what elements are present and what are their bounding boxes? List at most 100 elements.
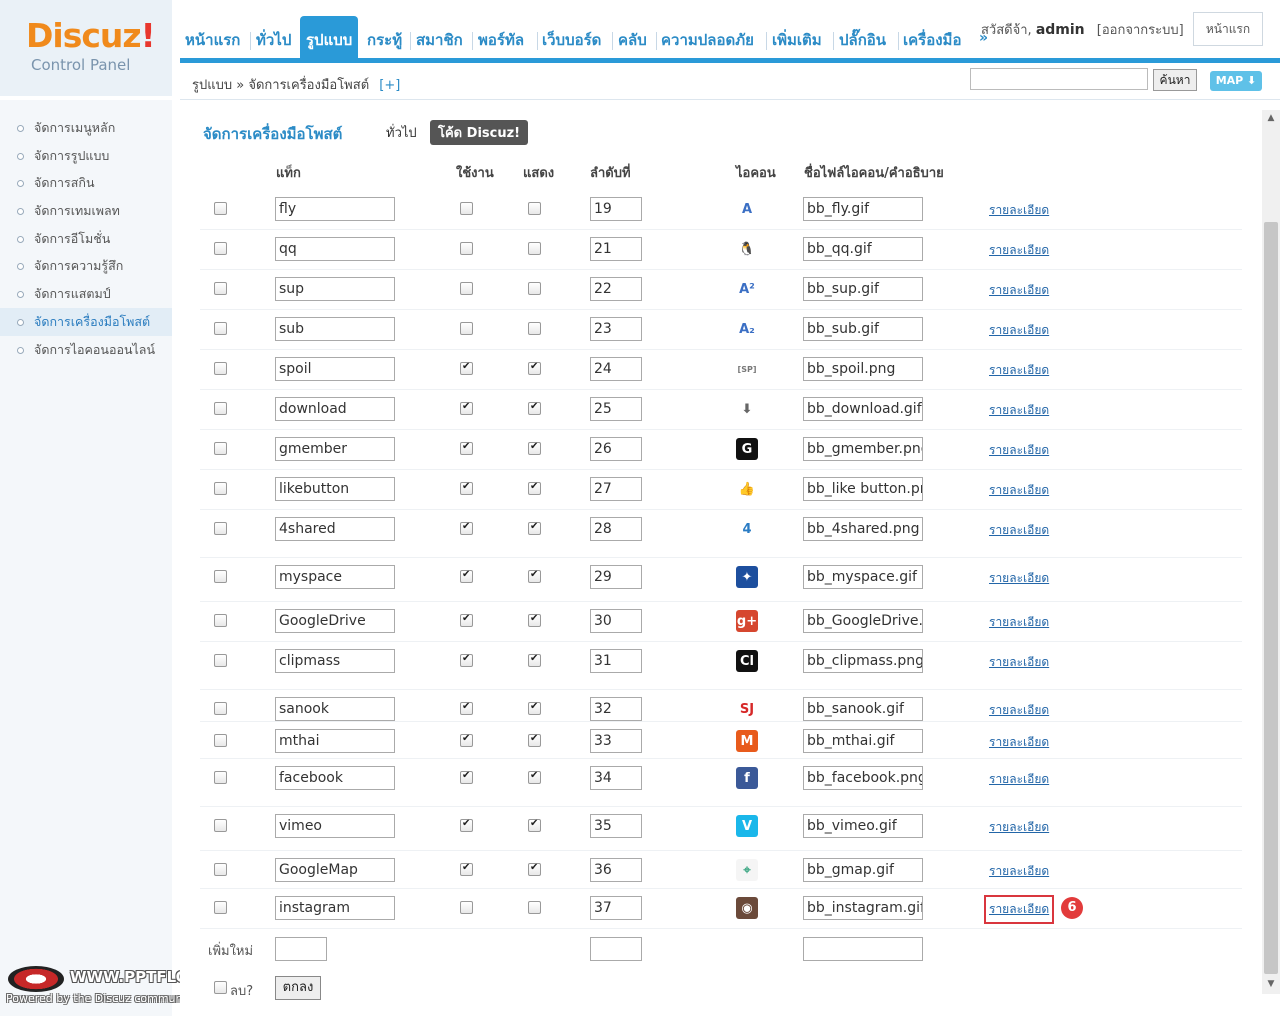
filename-input[interactable]: bb_download.gif	[803, 397, 923, 421]
show-checkbox[interactable]	[528, 481, 541, 495]
enabled-checkbox[interactable]	[460, 569, 473, 583]
nav-more[interactable]: เพิ่มเติม	[772, 26, 822, 54]
tag-input[interactable]: likebutton	[275, 477, 395, 501]
sidebar-item-post-tools[interactable]: จัดการเครื่องมือโพสต์	[0, 307, 172, 336]
order-input[interactable]: 36	[590, 858, 642, 882]
enabled-checkbox[interactable]	[460, 401, 473, 415]
tag-input[interactable]: instagram	[275, 896, 395, 920]
enabled-checkbox[interactable]	[460, 901, 473, 914]
row-select-checkbox[interactable]	[214, 614, 227, 627]
order-input[interactable]: 23	[590, 317, 642, 341]
filename-input[interactable]: bb_gmap.gif	[803, 858, 923, 882]
order-input[interactable]: 30	[590, 609, 642, 633]
show-checkbox[interactable]	[528, 770, 541, 784]
new-filename-input[interactable]	[803, 937, 923, 961]
scroll-down-icon[interactable]: ▼	[1262, 976, 1280, 992]
filename-input[interactable]: bb_vimeo.gif	[803, 814, 923, 838]
row-select-checkbox[interactable]	[214, 863, 227, 876]
enabled-checkbox[interactable]	[460, 361, 473, 375]
tag-input[interactable]: download	[275, 397, 395, 421]
detail-link[interactable]: รายละเอียด	[989, 321, 1049, 340]
detail-link[interactable]: รายละเอียด	[989, 770, 1049, 789]
show-checkbox[interactable]	[528, 441, 541, 455]
filename-input[interactable]: bb_sup.gif	[803, 277, 923, 301]
filename-input[interactable]: bb_myspace.gif	[803, 565, 923, 589]
detail-link[interactable]: รายละเอียด	[989, 569, 1049, 588]
detail-link[interactable]: รายละเอียด	[989, 653, 1049, 672]
row-select-checkbox[interactable]	[214, 202, 227, 215]
order-input[interactable]: 21	[590, 237, 642, 261]
row-select-checkbox[interactable]	[214, 362, 227, 375]
tab-discuz-code[interactable]: โค้ด Discuz!	[430, 120, 529, 145]
filename-input[interactable]: bb_clipmass.png	[803, 649, 923, 673]
enabled-checkbox[interactable]	[460, 282, 473, 295]
row-select-checkbox[interactable]	[214, 654, 227, 667]
scroll-up-icon[interactable]: ▲	[1262, 110, 1280, 126]
scrollbar[interactable]: ▲ ▼	[1262, 110, 1280, 994]
nav-general[interactable]: ทั่วไป	[256, 26, 291, 54]
tag-input[interactable]: mthai	[275, 729, 395, 753]
tag-input[interactable]: fly	[275, 197, 395, 221]
show-checkbox[interactable]	[528, 361, 541, 375]
tag-input[interactable]: GoogleMap	[275, 858, 395, 882]
enabled-checkbox[interactable]	[460, 242, 473, 255]
detail-link[interactable]: รายละเอียด	[989, 201, 1049, 220]
show-checkbox[interactable]	[528, 862, 541, 876]
add-shortcut-link[interactable]: [+]	[379, 78, 400, 93]
show-checkbox[interactable]	[528, 569, 541, 583]
tag-input[interactable]: GoogleDrive	[275, 609, 395, 633]
order-input[interactable]: 35	[590, 814, 642, 838]
show-checkbox[interactable]	[528, 901, 541, 914]
order-input[interactable]: 26	[590, 437, 642, 461]
row-select-checkbox[interactable]	[214, 522, 227, 535]
filename-input[interactable]: bb_facebook.png	[803, 766, 923, 790]
order-input[interactable]: 37	[590, 896, 642, 920]
row-select-checkbox[interactable]	[214, 819, 227, 832]
detail-link[interactable]: รายละเอียด	[989, 441, 1049, 460]
tag-input[interactable]: sub	[275, 317, 395, 341]
tag-input[interactable]: sanook	[275, 697, 395, 721]
filename-input[interactable]: bb_4shared.png	[803, 517, 923, 541]
enabled-checkbox[interactable]	[460, 441, 473, 455]
tag-input[interactable]: gmember	[275, 437, 395, 461]
enabled-checkbox[interactable]	[460, 202, 473, 215]
search-input[interactable]	[970, 68, 1148, 90]
tag-input[interactable]: facebook	[275, 766, 395, 790]
order-input[interactable]: 32	[590, 697, 642, 721]
show-checkbox[interactable]	[528, 613, 541, 627]
filename-input[interactable]: bb_sub.gif	[803, 317, 923, 341]
row-select-checkbox[interactable]	[214, 570, 227, 583]
enabled-checkbox[interactable]	[460, 653, 473, 667]
detail-link[interactable]: รายละเอียด	[989, 481, 1049, 500]
order-input[interactable]: 34	[590, 766, 642, 790]
order-input[interactable]: 33	[590, 729, 642, 753]
row-select-checkbox[interactable]	[214, 482, 227, 495]
order-input[interactable]: 25	[590, 397, 642, 421]
row-select-checkbox[interactable]	[214, 734, 227, 747]
show-checkbox[interactable]	[528, 322, 541, 335]
nav-forum[interactable]: เว็บบอร์ด	[542, 26, 601, 54]
row-select-checkbox[interactable]	[214, 242, 227, 255]
tab-general[interactable]: ทั่วไป	[386, 122, 417, 143]
filename-input[interactable]: bb_gmember.png	[803, 437, 923, 461]
order-input[interactable]: 29	[590, 565, 642, 589]
tag-input[interactable]: vimeo	[275, 814, 395, 838]
detail-link[interactable]: รายละเอียด	[989, 281, 1049, 300]
sidebar-item-templates[interactable]: จัดการเทมเพลท	[0, 197, 172, 225]
nav-threads[interactable]: กระทู้	[367, 26, 402, 54]
nav-tools[interactable]: เครื่องมือ	[903, 26, 961, 54]
filename-input[interactable]: bb_sanook.gif	[803, 697, 923, 721]
show-checkbox[interactable]	[528, 701, 541, 715]
detail-link[interactable]: รายละเอียด	[989, 733, 1049, 752]
enabled-checkbox[interactable]	[460, 481, 473, 495]
detail-link[interactable]: รายละเอียด	[989, 818, 1049, 837]
filename-input[interactable]: bb_spoil.png	[803, 357, 923, 381]
nav-plugins[interactable]: ปลั๊กอิน	[839, 26, 886, 54]
filename-input[interactable]: bb_like button.png	[803, 477, 923, 501]
home-button[interactable]: หน้าแรก	[1193, 12, 1263, 46]
enabled-checkbox[interactable]	[460, 770, 473, 784]
order-input[interactable]: 27	[590, 477, 642, 501]
show-checkbox[interactable]	[528, 653, 541, 667]
order-input[interactable]: 31	[590, 649, 642, 673]
filename-input[interactable]: bb_instagram.gif	[803, 896, 923, 920]
